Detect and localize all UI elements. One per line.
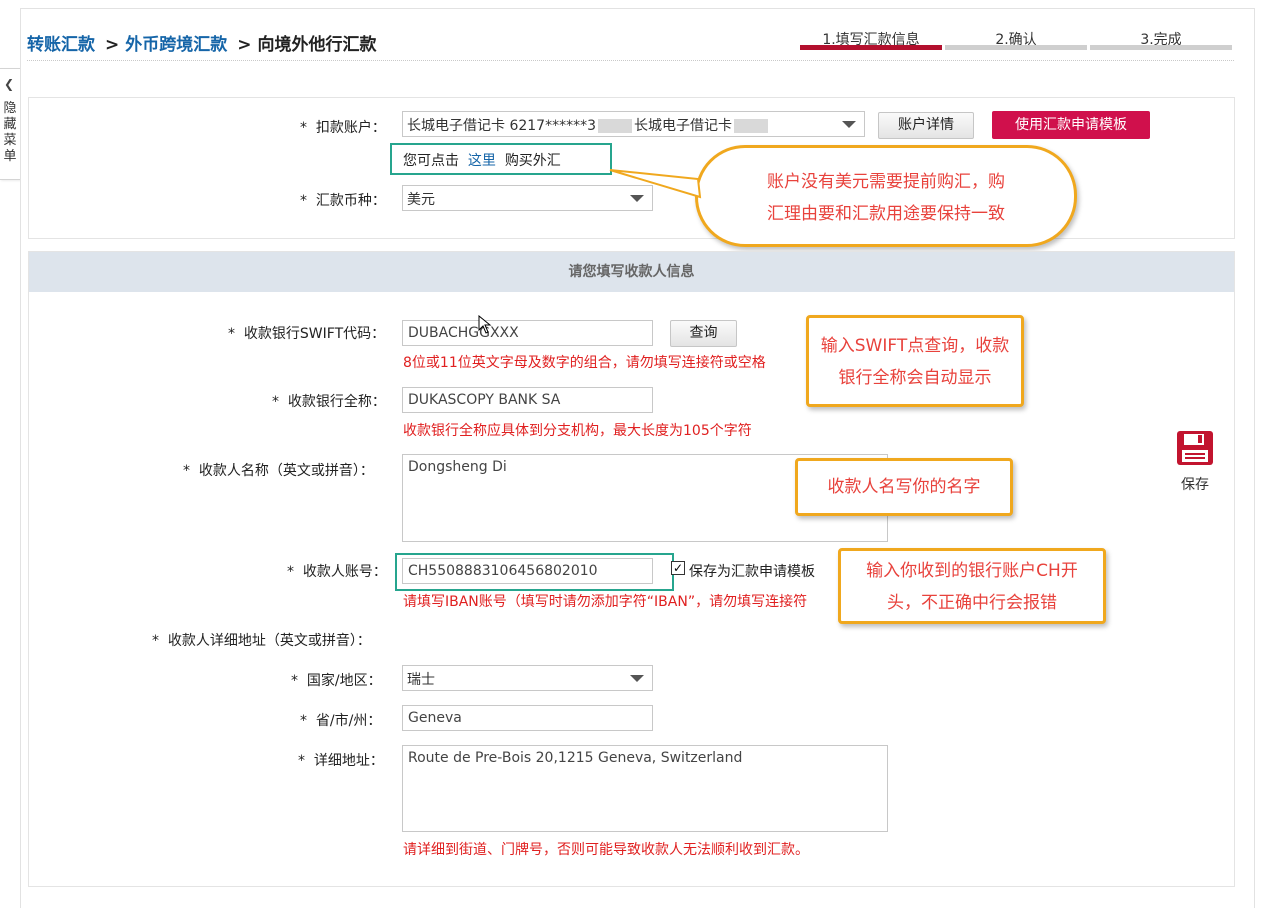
masked-digits (598, 119, 632, 133)
hide-menu-tab[interactable]: ❮ 隐藏菜单 (0, 68, 21, 180)
step-confirm: 2.确认 (945, 29, 1087, 50)
breadcrumb: 转账汇款 > 外币跨境汇款 > 向境外他行汇款 (27, 30, 377, 55)
bank-name-hint: 收款银行全称应具体到分支机构，最大长度为105个字符 (403, 423, 752, 439)
step-bar (945, 45, 1087, 50)
callout-iban: 输入你收到的银行账户CH开 头，不正确中行会报错 (838, 548, 1106, 624)
province-input[interactable]: Geneva (402, 705, 653, 731)
step-complete: 3.完成 (1090, 29, 1232, 50)
step-bar (800, 45, 942, 50)
account-select[interactable]: 长城电子借记卡 6217******3 长城电子借记卡 (402, 111, 865, 137)
mouse-cursor-icon (478, 315, 492, 334)
masked-name (734, 119, 768, 133)
swift-label: * 收款银行SWIFT代码： (228, 326, 386, 342)
payee-account-hint: 请填写IBAN账号（填写时请勿添加字符“IBAN”，请勿填写连接符 (403, 594, 808, 610)
address-label: * 收款人详细地址（英文或拼音）： (152, 633, 371, 649)
save-template-label: 保存为汇款申请模板 (689, 564, 815, 580)
address-hint: 请详细到街道、门牌号，否则可能导致收款人无法顺利收到汇款。 (403, 842, 809, 858)
country-label: * 国家/地区： (291, 673, 382, 689)
breadcrumb-transfer[interactable]: 转账汇款 (27, 35, 95, 55)
buy-fx-link[interactable]: 这里 (468, 153, 496, 169)
save-button[interactable]: 保存 (1173, 430, 1217, 494)
swift-input[interactable]: DUBACHGGXXX (402, 320, 653, 346)
province-label: * 省/市/州： (300, 713, 382, 729)
save-label: 保存 (1181, 477, 1209, 493)
floppy-disk-icon (1177, 431, 1213, 465)
bank-name-label: * 收款银行全称： (272, 394, 386, 410)
section-title: 请您填写收款人信息 (29, 252, 1234, 292)
swift-query-button[interactable]: 查询 (670, 320, 737, 347)
account-detail-button[interactable]: 账户详情 (878, 112, 974, 139)
callout-buy-fx: 账户没有美元需要提前购汇，购 汇理由要和汇款用途要保持一致 (695, 145, 1077, 247)
save-template-checkbox[interactable]: ✓ (671, 561, 685, 575)
hide-menu-label: 隐藏菜单 (3, 101, 17, 164)
callout-swift: 输入SWIFT点查询，收款 银行全称会自动显示 (806, 315, 1024, 407)
account-label: * 扣款账户： (300, 120, 386, 136)
breadcrumb-separator: > (237, 35, 252, 55)
callout-payee-name: 收款人名写你的名字 (795, 458, 1013, 516)
breadcrumb-cross-border[interactable]: 外币跨境汇款 (125, 35, 227, 55)
callout-pointer (609, 169, 702, 199)
breadcrumb-separator: > (105, 35, 120, 55)
header-divider (27, 60, 1234, 61)
step-fill-info: 1.填写汇款信息 (800, 29, 942, 50)
payee-name-label: * 收款人名称（英文或拼音）： (183, 463, 374, 479)
detail-address-label: * 详细地址： (298, 753, 384, 769)
swift-hint: 8位或11位英文字母及数字的组合，请勿填写连接符或空格 (403, 355, 766, 371)
step-bar (1090, 45, 1232, 50)
payee-account-highlight (395, 553, 674, 591)
detail-address-textarea[interactable]: Route de Pre-Bois 20,1215 Geneva, Switze… (402, 745, 888, 832)
country-select[interactable]: 瑞士 (402, 665, 653, 691)
bank-name-input[interactable]: DUKASCOPY BANK SA (402, 387, 653, 413)
buy-fx-text: 您可点击 这里 购买外汇 (403, 153, 561, 169)
use-template-button[interactable]: 使用汇款申请模板 (992, 111, 1150, 139)
breadcrumb-current: 向境外他行汇款 (257, 35, 377, 55)
chevron-left-icon: ❮ (4, 77, 15, 91)
payee-account-label: * 收款人账号： (287, 564, 387, 580)
currency-label: * 汇款币种： (300, 193, 386, 209)
